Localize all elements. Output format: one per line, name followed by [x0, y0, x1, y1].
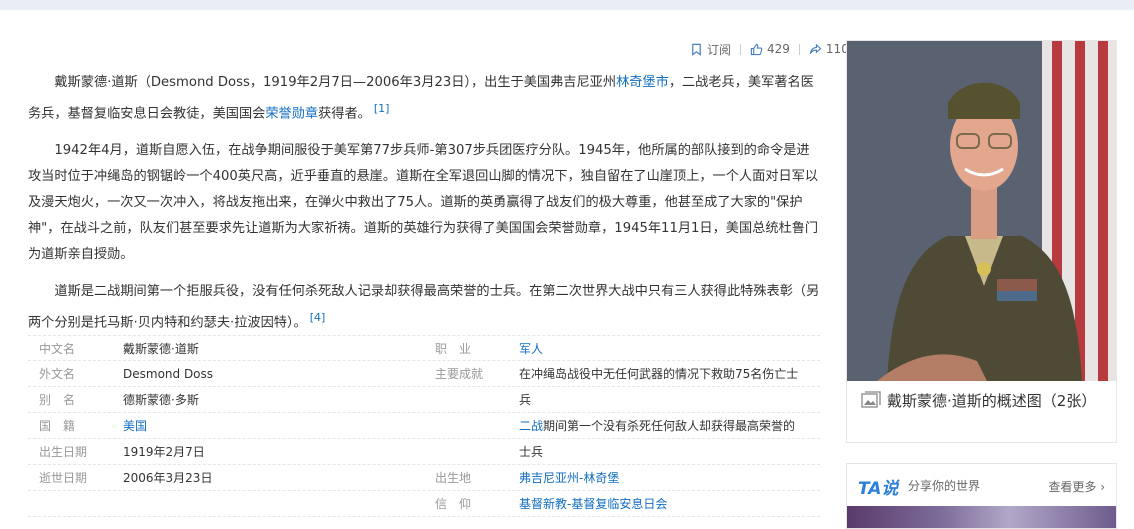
info-key: 国 籍 [39, 419, 76, 433]
info-key: 出生地 [435, 471, 472, 485]
info-value: 兵 [519, 393, 532, 407]
view-more-label: 查看更多 [1048, 480, 1097, 494]
info-key: 中文名 [39, 341, 76, 356]
divider [798, 43, 800, 55]
info-value: 1919年2月7日 [123, 445, 205, 459]
ta-say-slogan: 分享你的世界 [908, 479, 981, 493]
ta-say-thumbnail[interactable] [847, 506, 1116, 528]
summary-picture[interactable]: 戴斯蒙德·道斯的概述图（2张） [846, 40, 1117, 443]
info-key: 外文名 [39, 367, 76, 381]
ta-say-logo: TA说 [858, 479, 899, 499]
info-key: 出生日期 [39, 445, 88, 459]
info-value: 二战期间第一个没有杀死任何敌人却获得最高荣誉的 [519, 417, 795, 434]
info-value-link[interactable]: 二战 [519, 419, 543, 433]
share-button[interactable]: 110 [809, 42, 849, 56]
reference-link[interactable]: [4] [310, 311, 326, 324]
info-value: Desmond Doss [123, 366, 214, 381]
basic-info-table: 中文名 戴斯蒙德·道斯 职 业 军人 外文名 Desmond Doss 主要成就 在冲绳… [28, 335, 820, 517]
top-band [0, 0, 1134, 10]
subscribe-button[interactable]: 订阅 [690, 41, 731, 58]
bookmark-icon [692, 43, 701, 56]
thumbs-up-icon [750, 43, 763, 55]
info-row: 别 名 德斯蒙德·多斯 兵 [28, 387, 820, 413]
info-value-link[interactable]: 弗吉尼亚州-林奇堡 [519, 469, 619, 486]
view-more-link[interactable]: 查看更多 › [1048, 478, 1105, 495]
entry-actions: 订阅 429 110 [690, 40, 849, 58]
info-value: 2006年3月23日 [123, 471, 213, 485]
info-row: 外文名 Desmond Doss 主要成就 在冲绳岛战役中无任何武器的情况下救助75… [28, 361, 820, 387]
summary-text: 道斯是二战期间第一个拒服兵役，没有任何杀死敌人记录却获得最高荣誉的士兵。在第二次… [28, 284, 820, 331]
info-row: 中文名 戴斯蒙德·道斯 职 业 军人 [28, 335, 820, 361]
divider [740, 43, 742, 55]
info-key: 逝世日期 [39, 471, 88, 485]
summary-paragraph-3: 道斯是二战期间第一个拒服兵役，没有任何杀死敌人记录却获得最高荣誉的士兵。在第二次… [28, 279, 820, 336]
link-medal-of-honor[interactable]: 荣誉勋章 [265, 106, 318, 121]
lemma-summary: 戴斯蒙德·道斯（Desmond Doss，1919年2月7日—2006年3月23… [28, 70, 820, 348]
share-icon [809, 43, 822, 54]
reference-link[interactable]: [1] [374, 102, 390, 115]
like-count: 429 [767, 42, 790, 56]
summary-text: 获得者。 [318, 106, 371, 122]
info-value-rest: 期间第一个没有杀死任何敌人却获得最高荣誉的 [543, 419, 796, 433]
info-value: 在冲绳岛战役中无任何武器的情况下救助75名伤亡士 [519, 367, 799, 381]
info-key: 职 业 [435, 341, 472, 356]
info-value-link[interactable]: 军人 [519, 340, 543, 357]
chevron-right-icon: › [1096, 480, 1105, 494]
info-key: 信 仰 [435, 497, 472, 511]
info-row: 逝世日期 2006年3月23日 出生地 弗吉尼亚州-林奇堡 [28, 465, 820, 491]
summary-paragraph-1: 戴斯蒙德·道斯（Desmond Doss，1919年2月7日—2006年3月23… [28, 70, 820, 127]
info-value-link[interactable]: 基督新教-基督复临安息日会 [519, 495, 667, 512]
info-value-link[interactable]: 美国 [123, 417, 147, 434]
info-row: 国 籍 美国 二战期间第一个没有杀死任何敌人却获得最高荣誉的 [28, 413, 820, 439]
ta-say-card: TA说 分享你的世界 查看更多 › [846, 463, 1117, 529]
portrait-photo[interactable] [847, 41, 1116, 381]
caption-text: 戴斯蒙德·道斯的概述图（2张） [887, 392, 1097, 410]
picture-caption[interactable]: 戴斯蒙德·道斯的概述图（2张） [861, 389, 1101, 413]
subscribe-label: 订阅 [707, 42, 732, 57]
info-value: 士兵 [519, 445, 544, 459]
portrait-illustration [847, 41, 1116, 381]
info-key: 别 名 [39, 393, 76, 407]
info-value: 戴斯蒙德·道斯 [123, 341, 199, 356]
info-row: 信 仰 基督新教-基督复临安息日会 [28, 491, 820, 517]
summary-paragraph-2: 1942年4月，道斯自愿入伍，在战争期间服役于美军第77步兵师-第307步兵团医… [28, 143, 819, 263]
summary-text: 戴斯蒙德·道斯（Desmond Doss，1919年2月7日—2006年3月23… [54, 75, 617, 90]
info-row: 出生日期 1919年2月7日 士兵 [28, 439, 820, 465]
info-key: 主要成就 [435, 367, 484, 381]
link-lynchburg[interactable]: 林奇堡市 [616, 75, 669, 90]
like-button[interactable]: 429 [750, 42, 790, 56]
image-gallery-icon [861, 391, 881, 408]
info-value: 德斯蒙德·多斯 [123, 393, 199, 407]
